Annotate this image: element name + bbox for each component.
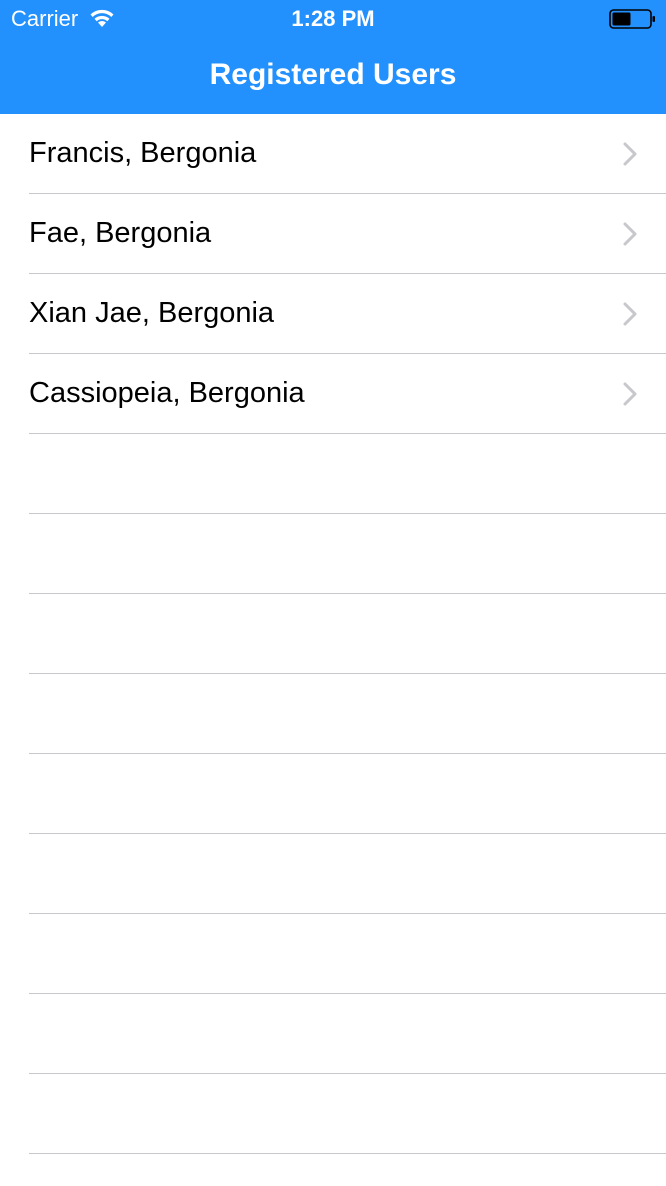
user-name-label: Xian Jae, Bergonia	[29, 297, 275, 329]
battery-icon	[609, 9, 655, 29]
navigation-bar: Carrier 1:28 PM Registered Users	[0, 0, 666, 114]
empty-row	[0, 594, 666, 674]
empty-row	[0, 674, 666, 754]
list-item-user[interactable]: Francis, Bergonia	[0, 114, 666, 194]
chevron-right-icon	[623, 142, 637, 166]
row-separator	[29, 1153, 666, 1154]
user-name-label: Francis, Bergonia	[29, 137, 257, 169]
status-time: 1:28 PM	[291, 6, 375, 31]
empty-row	[0, 914, 666, 994]
empty-row	[0, 994, 666, 1074]
empty-row	[0, 514, 666, 594]
user-name-label: Fae, Bergonia	[29, 217, 212, 249]
list-item-user[interactable]: Xian Jae, Bergonia	[0, 274, 666, 354]
empty-row	[0, 754, 666, 834]
list-item-user[interactable]: Fae, Bergonia	[0, 194, 666, 274]
user-name-label: Cassiopeia, Bergonia	[29, 377, 305, 409]
empty-row	[0, 1074, 666, 1154]
screen: Carrier 1:28 PM Registered Users Francis…	[0, 0, 666, 1186]
empty-row	[0, 834, 666, 914]
status-bar: Carrier 1:28 PM	[0, 0, 666, 40]
chevron-right-icon	[623, 302, 637, 326]
chevron-right-icon	[623, 382, 637, 406]
chevron-right-icon	[623, 222, 637, 246]
page-title: Registered Users	[209, 58, 457, 91]
list-item-user[interactable]: Cassiopeia, Bergonia	[0, 354, 666, 434]
empty-row	[0, 434, 666, 514]
user-list: Francis, Bergonia Fae, Bergonia Xian Jae…	[0, 114, 666, 1154]
